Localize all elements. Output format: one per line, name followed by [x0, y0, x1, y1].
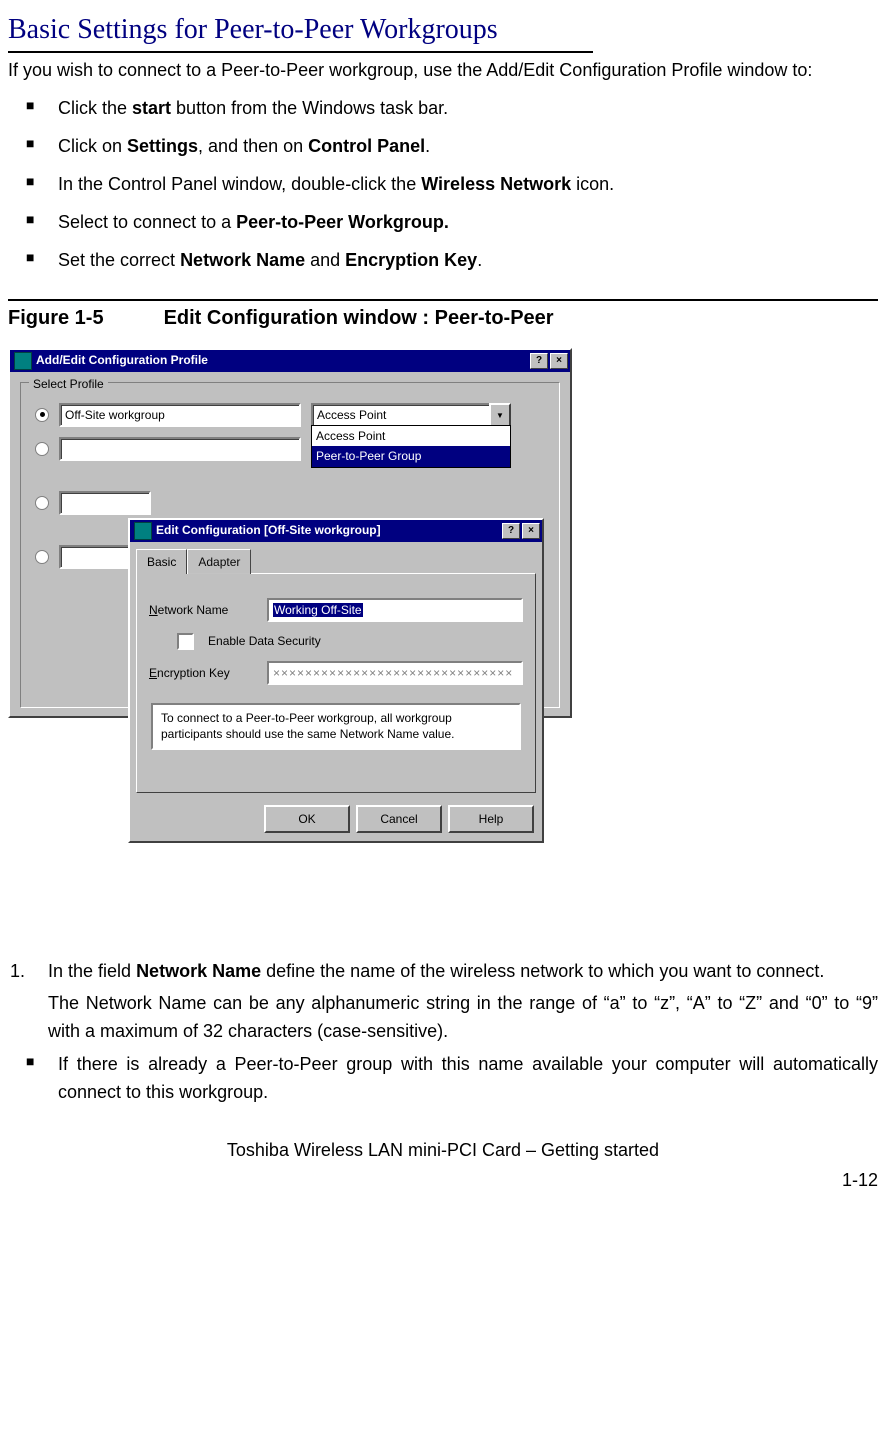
instruction-list: Click the start button from the Windows … [8, 95, 878, 274]
profile-radio-2[interactable] [35, 442, 49, 456]
numbered-steps: In the field Network Name define the nam… [8, 958, 878, 1046]
cancel-button[interactable]: Cancel [356, 805, 442, 833]
network-name-label: Network Name [149, 601, 259, 620]
list-item: Click on Settings, and then on Control P… [36, 133, 878, 161]
list-item: Click the start button from the Windows … [36, 95, 878, 123]
figure-label: Figure 1-5 [8, 303, 158, 334]
profile-name-field[interactable] [59, 437, 301, 461]
figure-rule [8, 299, 878, 301]
list-item: If there is already a Peer-to-Peer group… [36, 1051, 878, 1107]
figure-title: Edit Configuration window : Peer-to-Peer [164, 307, 554, 329]
enable-security-label: Enable Data Security [208, 632, 321, 651]
tab-basic[interactable]: Basic [136, 549, 187, 575]
page-number: 1-12 [8, 1167, 878, 1195]
profile-radio-4[interactable] [35, 550, 49, 564]
profile-name-field[interactable] [59, 491, 151, 515]
encryption-key-input[interactable]: ×××××××××××××××××××××××××××××× [267, 661, 523, 685]
help-button[interactable]: Help [448, 805, 534, 833]
window-title: Edit Configuration [Off-Site workgroup] [156, 521, 381, 540]
dropdown-value: Access Point [311, 403, 493, 427]
dropdown-list[interactable]: Access Point Peer-to-Peer Group [311, 425, 511, 468]
profile-radio-3[interactable] [35, 496, 49, 510]
figure-caption: Figure 1-5 Edit Configuration window : P… [8, 303, 878, 334]
window-edit-configuration: Edit Configuration [Off-Site workgroup] … [128, 518, 544, 843]
app-icon [14, 352, 32, 370]
profile-radio-1[interactable] [35, 408, 49, 422]
enable-security-checkbox[interactable] [177, 633, 194, 650]
tab-panel-basic: Network Name Working Off-Site Enable Dat… [136, 573, 536, 793]
figure-screenshot: Add/Edit Configuration Profile ? × Selec… [8, 348, 578, 948]
tab-adapter[interactable]: Adapter [187, 549, 251, 575]
button-row: OK Cancel Help [130, 799, 542, 841]
titlebar[interactable]: Add/Edit Configuration Profile ? × [10, 350, 570, 372]
network-name-input[interactable]: Working Off-Site [267, 598, 523, 622]
list-item: Select to connect to a Peer-to-Peer Work… [36, 209, 878, 237]
trailing-bullets: If there is already a Peer-to-Peer group… [8, 1051, 878, 1107]
help-icon[interactable]: ? [530, 353, 548, 369]
group-legend: Select Profile [29, 375, 108, 394]
encryption-key-label: Encryption Key [149, 664, 259, 683]
close-icon[interactable]: × [550, 353, 568, 369]
help-icon[interactable]: ? [502, 523, 520, 539]
tab-strip: Basic Adapter [136, 548, 536, 574]
list-item: Set the correct Network Name and Encrypt… [36, 247, 878, 275]
profile-name-field[interactable]: Off-Site workgroup [59, 403, 301, 427]
dropdown-option-selected[interactable]: Peer-to-Peer Group [312, 446, 510, 467]
dropdown-option[interactable]: Access Point [312, 426, 510, 447]
step-1-detail: The Network Name can be any alphanumeric… [48, 990, 878, 1046]
ok-button[interactable]: OK [264, 805, 350, 833]
page-footer: Toshiba Wireless LAN mini-PCI Card – Get… [8, 1137, 878, 1165]
list-item: In the Control Panel window, double-clic… [36, 171, 878, 199]
section-title: Basic Settings for Peer-to-Peer Workgrou… [8, 8, 593, 53]
app-icon [134, 522, 152, 540]
titlebar[interactable]: Edit Configuration [Off-Site workgroup] … [130, 520, 542, 542]
window-title: Add/Edit Configuration Profile [36, 351, 208, 370]
intro-text: If you wish to connect to a Peer-to-Peer… [8, 57, 878, 85]
close-icon[interactable]: × [522, 523, 540, 539]
info-message: To connect to a Peer-to-Peer workgroup, … [151, 703, 521, 750]
step-1: In the field Network Name define the nam… [30, 958, 878, 1046]
profile-type-dropdown[interactable]: Access Point Access Point Peer-to-Peer G… [311, 403, 511, 427]
